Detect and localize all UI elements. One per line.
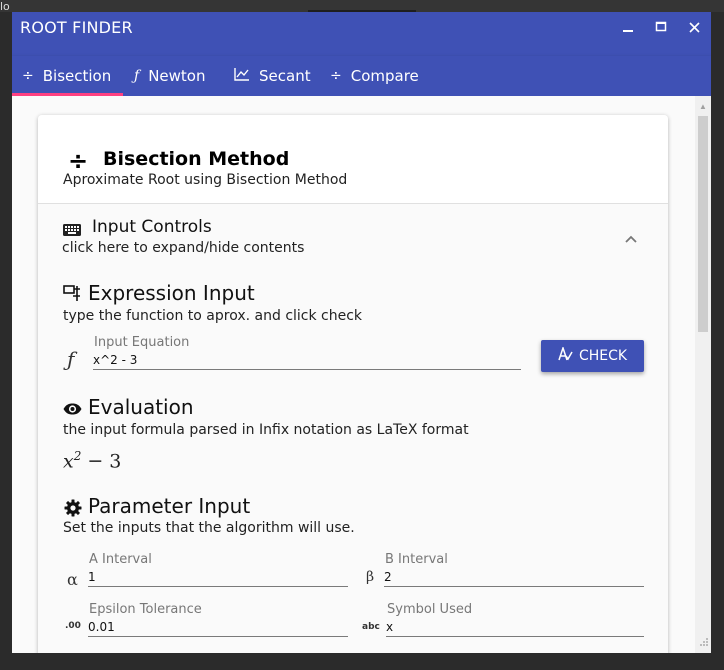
latex-exponent: 2 (73, 449, 82, 463)
divide-icon: ÷ (22, 68, 34, 84)
check-formula-icon (558, 345, 573, 365)
bisection-card: ÷ Bisection Method Aproximate Root using… (38, 115, 668, 653)
tab-label: Secant (259, 67, 311, 85)
resize-grip-icon[interactable] (698, 638, 708, 648)
latex-formula: x2−3 (63, 449, 121, 472)
text-abc-icon: abc (362, 622, 380, 632)
function-icon: ƒ (134, 68, 140, 84)
eye-icon (63, 402, 82, 420)
latex-constant: 3 (109, 450, 122, 473)
tab-content: ÷ Bisection Method Aproximate Root using… (12, 96, 695, 653)
symbol-used-input[interactable] (386, 618, 644, 637)
function-icon: ƒ (67, 347, 75, 371)
evaluation-subtitle: the input formula parsed in Infix notati… (63, 422, 469, 438)
epsilon-tolerance-label: Epsilon Tolerance (89, 602, 202, 617)
divide-icon: ÷ (68, 147, 89, 175)
latex-operator: − (87, 450, 104, 473)
check-button-label: CHECK (578, 348, 628, 364)
a-interval-label: A Interval (89, 552, 152, 567)
window-title: ROOT FINDER (20, 18, 133, 37)
card-subtitle: Aproximate Root using Bisection Method (63, 172, 348, 188)
latex-variable: x (63, 450, 74, 473)
expression-input-subtitle: type the function to aprox. and click ch… (63, 308, 363, 324)
tab-label: Newton (148, 67, 206, 85)
card-title: Bisection Method (103, 148, 290, 170)
vertical-scrollbar[interactable]: ▲ (695, 96, 711, 653)
expression-input-icon (63, 285, 81, 307)
root-finder-window: ROOT FINDER ÷ Bisection ƒ Newton Secant … (12, 12, 711, 653)
evaluation-title: Evaluation (88, 395, 194, 419)
chevron-up-icon[interactable] (624, 231, 638, 247)
alpha-icon: α (67, 570, 78, 589)
background-text-fragment: lo (0, 0, 10, 13)
tab-newton[interactable]: ƒ Newton (134, 56, 205, 96)
input-controls-subtitle: click here to expand/hide contents (62, 240, 305, 256)
parameter-input-title: Parameter Input (88, 494, 251, 518)
parameter-input-subtitle: Set the inputs that the algorithm will u… (63, 520, 355, 536)
input-controls-title: Input Controls (92, 217, 212, 237)
equation-field-label: Input Equation (94, 335, 190, 350)
tab-label: Bisection (42, 67, 112, 85)
input-controls-expander[interactable]: Input Controls click here to expand/hide… (38, 211, 668, 263)
gear-icon (64, 499, 82, 522)
tab-compare[interactable]: ÷ Compare (330, 56, 419, 96)
beta-icon: β (366, 569, 375, 585)
epsilon-tolerance-input[interactable] (88, 618, 348, 637)
tab-label: Compare (350, 67, 419, 85)
symbol-used-label: Symbol Used (387, 602, 473, 617)
title-bar[interactable]: ROOT FINDER (12, 12, 711, 56)
divide-icon: ÷ (330, 68, 342, 84)
minimize-icon[interactable] (622, 20, 634, 38)
scrollbar-thumb[interactable] (698, 116, 708, 332)
tab-secant[interactable]: Secant (234, 56, 311, 96)
b-interval-input[interactable] (384, 568, 644, 587)
card-header: ÷ Bisection Method Aproximate Root using… (38, 115, 668, 204)
close-icon[interactable] (688, 20, 701, 38)
equation-input[interactable] (93, 351, 521, 370)
tab-bisection[interactable]: ÷ Bisection (22, 56, 111, 96)
b-interval-label: B Interval (385, 552, 448, 567)
maximize-icon[interactable] (655, 20, 667, 38)
tab-bar: ÷ Bisection ƒ Newton Secant ÷ Compare (12, 56, 711, 96)
check-button[interactable]: CHECK (541, 340, 644, 372)
decimal-icon: .00 (65, 621, 81, 631)
scroll-up-icon[interactable]: ▲ (699, 102, 707, 111)
a-interval-input[interactable] (88, 568, 348, 587)
expression-input-title: Expression Input (88, 281, 255, 305)
keyboard-icon (63, 223, 81, 241)
line-chart-icon (234, 67, 250, 85)
